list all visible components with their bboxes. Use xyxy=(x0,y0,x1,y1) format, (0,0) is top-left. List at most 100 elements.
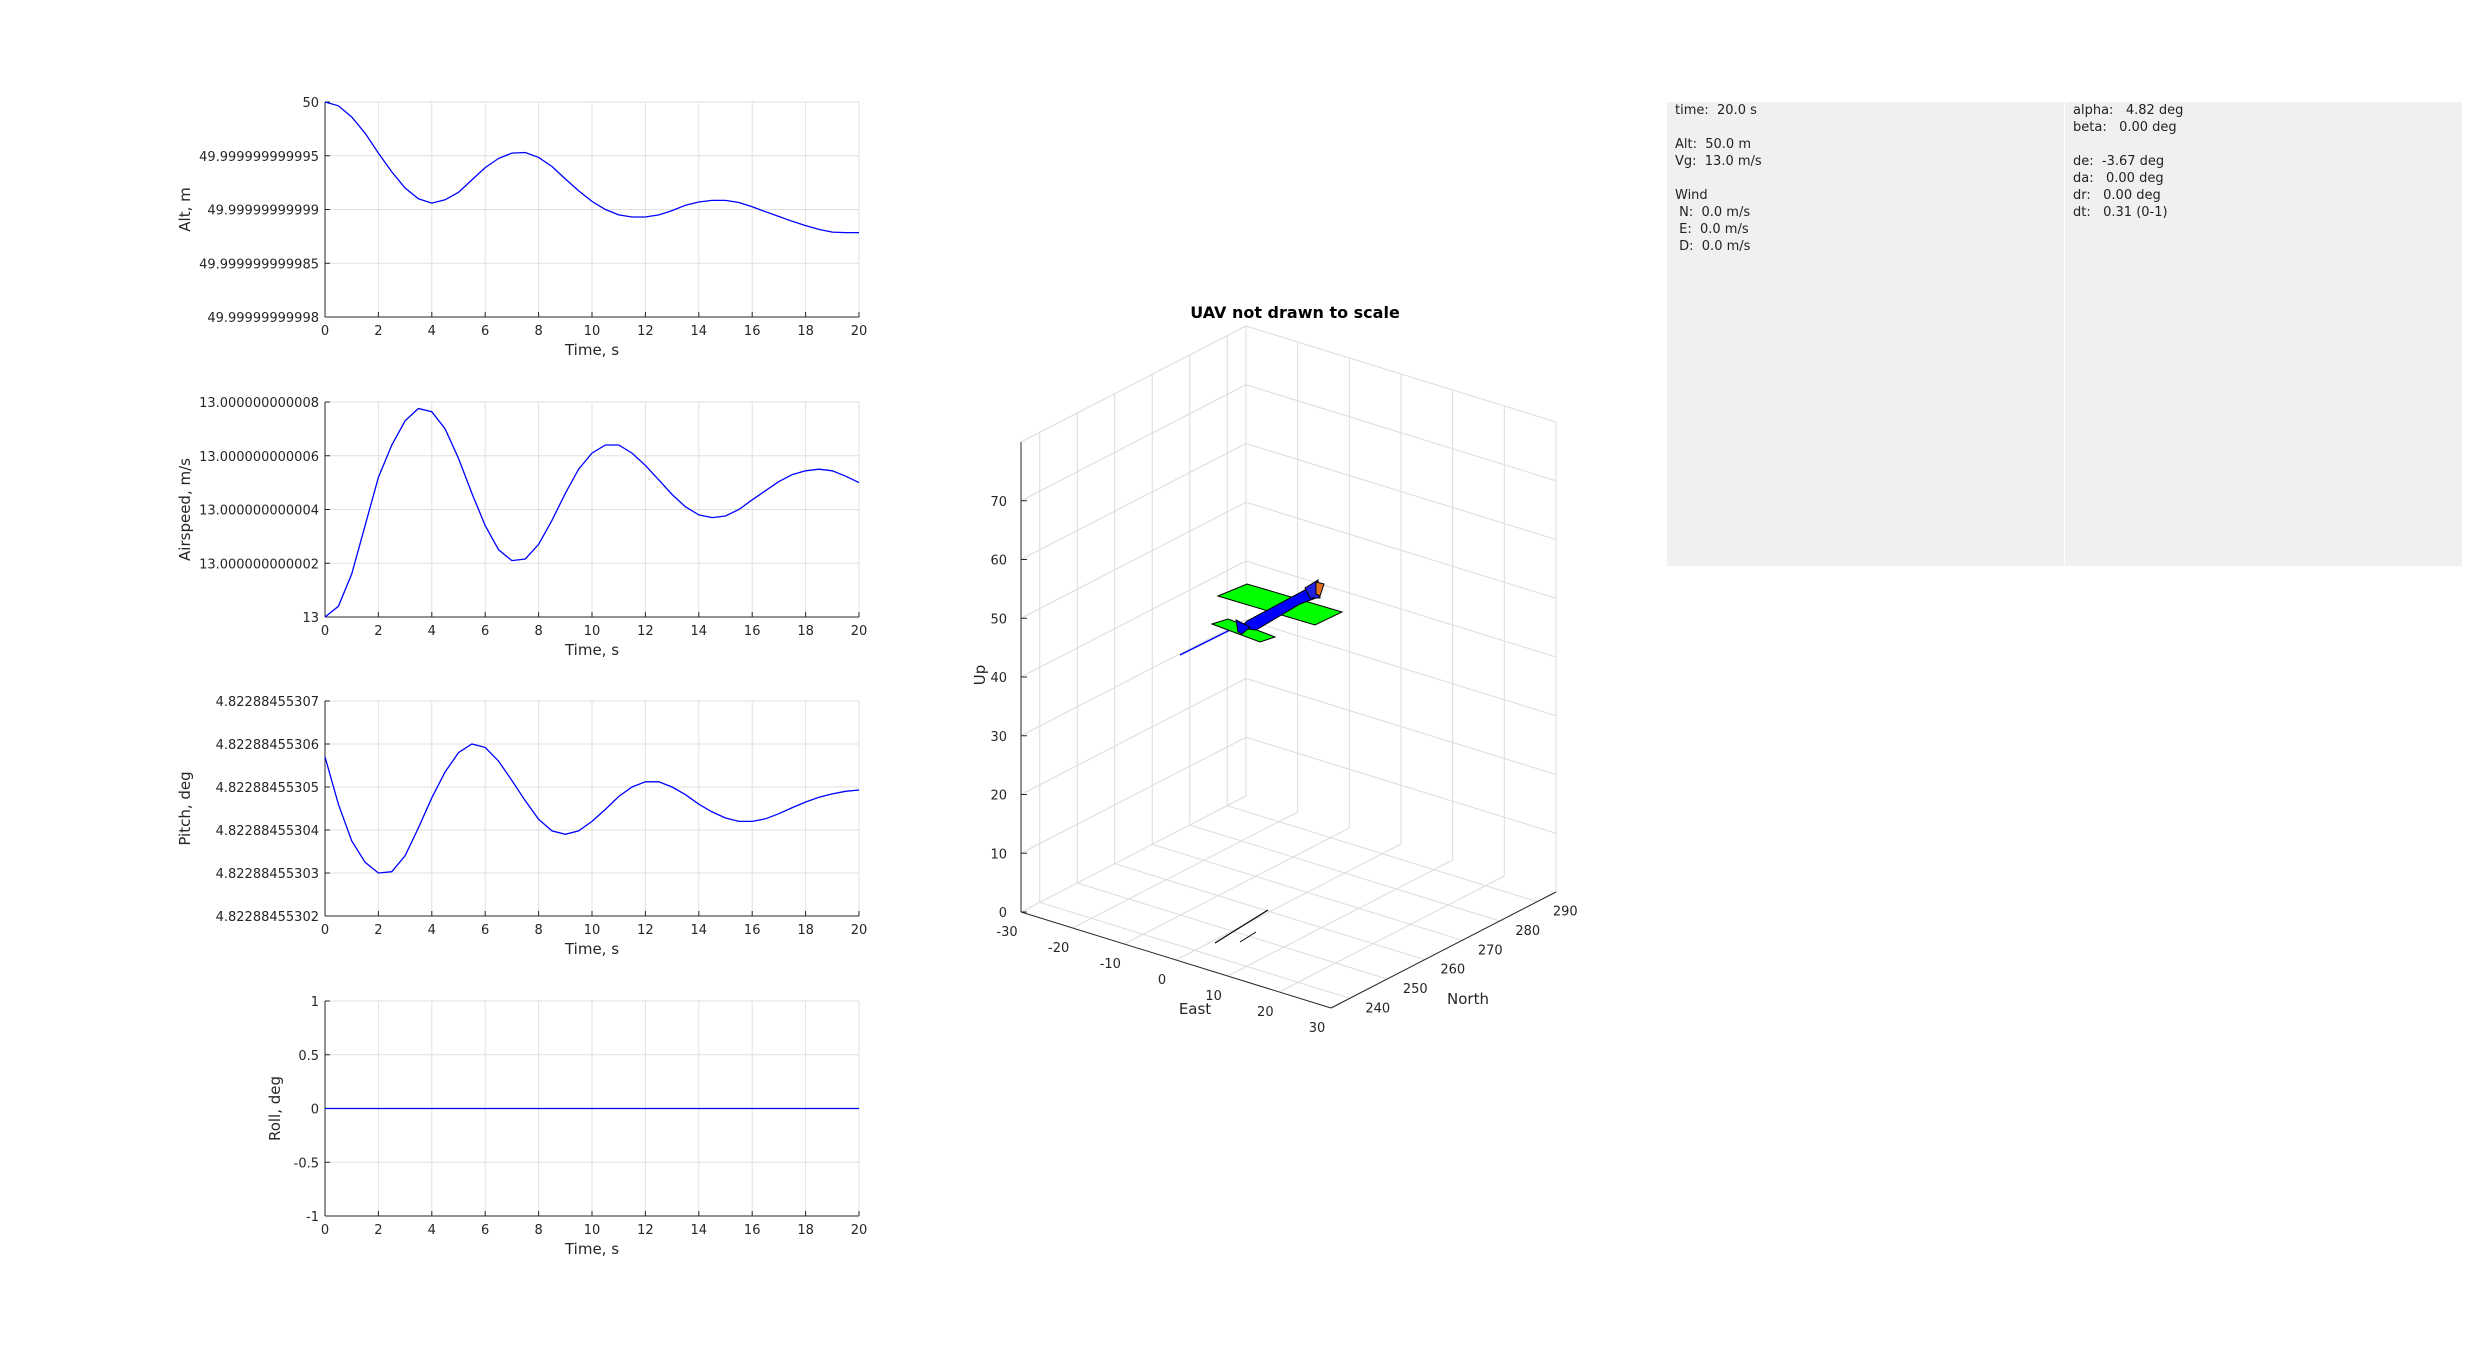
up-tick-label: 30 xyxy=(990,730,1007,745)
up-tick-label: 0 xyxy=(999,906,1007,921)
floor-grid-line xyxy=(1020,795,1247,913)
wall-grid-line xyxy=(1020,443,1247,560)
floor-grid-line xyxy=(1114,863,1425,961)
x-tick-label: 2 xyxy=(374,1223,382,1238)
north-tick-label: 240 xyxy=(1365,1001,1390,1016)
uav-3d-axes xyxy=(1020,442,1557,1009)
status-line: N: 0.0 m/s xyxy=(1675,205,1751,220)
floor-grid-line xyxy=(1227,859,1453,977)
up-tick-label: 10 xyxy=(990,847,1007,862)
east-tick-label: -30 xyxy=(996,925,1017,940)
status-line: Alt: 50.0 m xyxy=(1675,137,1751,152)
uav-propeller xyxy=(1315,581,1325,597)
up-tick-label: 70 xyxy=(990,495,1007,510)
y-tick-label: 49.999999999985 xyxy=(199,257,319,272)
y-tick-label: 13.000000000008 xyxy=(199,396,319,411)
x-tick-label: 12 xyxy=(637,324,654,339)
x-tick-label: 0 xyxy=(321,1223,329,1238)
y-axis-label: Roll, deg xyxy=(266,1076,284,1141)
up-tick-label: 20 xyxy=(990,789,1007,804)
x-tick-label: 10 xyxy=(584,324,601,339)
x-axis-label: Time, s xyxy=(564,341,619,359)
x-tick-label: 20 xyxy=(851,624,868,639)
floor-grid-line xyxy=(1124,827,1350,945)
x-tick-label: 2 xyxy=(374,324,382,339)
north-tick-label: 260 xyxy=(1440,963,1465,978)
y-tick-label: 4.82288455306 xyxy=(216,738,319,753)
x-tick-label: 4 xyxy=(428,324,436,339)
up-tick-label: 60 xyxy=(990,554,1007,569)
floor-grid-line xyxy=(1072,811,1298,929)
x-tick-label: 14 xyxy=(691,923,708,938)
uav-3d-up-label: Up xyxy=(971,665,989,686)
uav-3d-view: UAV not drawn to scale 0 10 20 30 40 50 60 70 -3… xyxy=(971,303,1578,1036)
floor-grid-line xyxy=(1279,875,1505,993)
y-tick-label: 50 xyxy=(302,96,319,111)
wall-grid-line xyxy=(1020,501,1247,619)
status-line: time: 20.0 s xyxy=(1675,103,1757,118)
x-tick-label: 2 xyxy=(374,624,382,639)
x-tick-label: 10 xyxy=(584,624,601,639)
x-axis-label: Time, s xyxy=(564,1240,619,1258)
y-axis-label: Airspeed, m/s xyxy=(176,458,194,561)
roll-plot: 0 2 4 6 8 10 12 14 16 18 20 -1 -0.5 0 0.5 1 Time, s Roll,… xyxy=(266,995,867,1258)
y-tick-label: 13.000000000006 xyxy=(199,450,319,465)
y-tick-label: 49.99999999998 xyxy=(207,311,319,326)
status-line xyxy=(2073,136,2454,153)
up-tick-label: 40 xyxy=(990,671,1007,686)
y-tick-label: 49.999999999995 xyxy=(199,150,319,165)
status-line: de: -3.67 deg xyxy=(2073,154,2165,169)
x-tick-label: 14 xyxy=(691,1223,708,1238)
north-tick-label: 280 xyxy=(1515,924,1540,939)
x-tick-label: 20 xyxy=(851,923,868,938)
wall-grid-line xyxy=(1020,619,1247,737)
altitude-plot: 0 2 4 6 8 10 12 14 16 18 20 49.99999999998 49.999999… xyxy=(176,96,867,359)
y-tick-label: 13.000000000004 xyxy=(199,504,319,519)
floor-grid-line xyxy=(1175,843,1402,961)
ground-track-segment xyxy=(1214,909,1269,944)
status-line xyxy=(1675,119,2056,136)
status-line: D: 0.0 m/s xyxy=(1675,239,1751,254)
y-tick-label: 1 xyxy=(311,995,319,1010)
east-axis xyxy=(1020,911,1332,1009)
y-tick-label: 0 xyxy=(311,1103,319,1118)
floor-grid-line xyxy=(1077,882,1388,980)
uav-model xyxy=(1210,579,1344,643)
uav-3d-east-label: East xyxy=(1179,1000,1211,1018)
x-tick-label: 8 xyxy=(534,923,542,938)
status-line: Vg: 13.0 m/s xyxy=(1675,154,1762,169)
status-panel-left: time: 20.0 s Alt: 50.0 m Vg: 13.0 m/s Wi… xyxy=(1667,102,2064,566)
y-tick-label: 0.5 xyxy=(298,1049,319,1064)
uav-3d-grid xyxy=(1020,325,1557,1009)
y-tick-label: -0.5 xyxy=(294,1156,319,1171)
x-tick-label: 6 xyxy=(481,923,489,938)
x-tick-label: 20 xyxy=(851,1223,868,1238)
north-tick-label: 290 xyxy=(1553,905,1578,920)
status-line: beta: 0.00 deg xyxy=(2073,120,2177,135)
floor-grid-line xyxy=(1227,805,1538,903)
x-axis-label: Time, s xyxy=(564,940,619,958)
y-tick-label: -1 xyxy=(306,1210,319,1225)
x-tick-label: 10 xyxy=(584,923,601,938)
x-tick-label: 8 xyxy=(534,324,542,339)
status-line: alpha: 4.82 deg xyxy=(2073,103,2184,118)
floor-grid-line xyxy=(1152,843,1463,941)
wall-grid-line xyxy=(1020,736,1247,854)
x-tick-label: 12 xyxy=(637,624,654,639)
x-tick-label: 0 xyxy=(321,923,329,938)
y-axis-label: Pitch, deg xyxy=(176,771,194,845)
east-tick-label: -10 xyxy=(1100,957,1121,972)
wall-grid-line xyxy=(1020,560,1247,678)
uav-3d-title: UAV not drawn to scale xyxy=(1190,303,1400,322)
status-panel-right: alpha: 4.82 deg beta: 0.00 deg de: -3.67… xyxy=(2065,102,2462,566)
x-tick-label: 0 xyxy=(321,624,329,639)
wall-grid-line xyxy=(1020,325,1247,443)
airspeed-plot: 0 2 4 6 8 10 12 14 16 18 20 13 13.000000000002 13.000… xyxy=(176,396,867,659)
x-tick-label: 4 xyxy=(428,624,436,639)
x-tick-label: 4 xyxy=(428,1223,436,1238)
status-line: E: 0.0 m/s xyxy=(1675,222,1749,237)
x-tick-label: 18 xyxy=(797,1223,814,1238)
north-tick-label: 270 xyxy=(1478,943,1503,958)
status-line: dt: 0.31 (0-1) xyxy=(2073,205,2168,220)
x-tick-label: 8 xyxy=(534,1223,542,1238)
